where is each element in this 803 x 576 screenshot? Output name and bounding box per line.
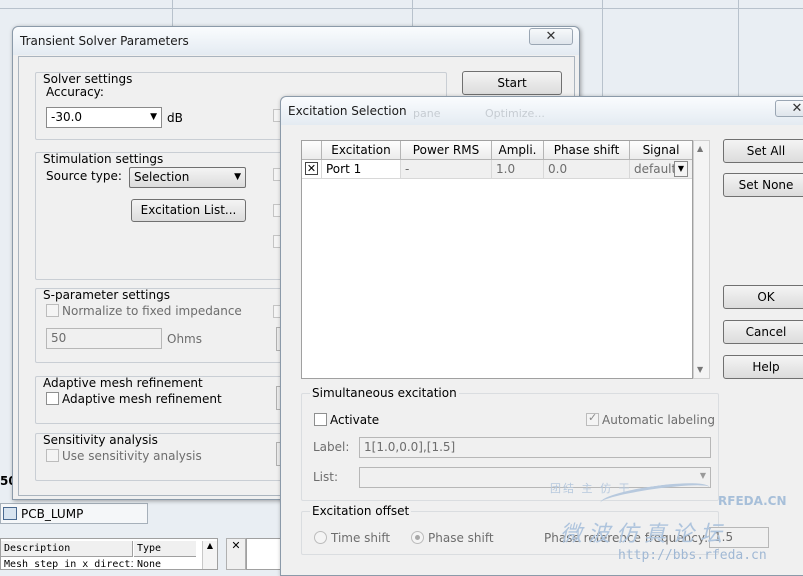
help-button[interactable]: Help (723, 355, 803, 379)
background-text: pane (413, 107, 441, 120)
table-cell-excitation[interactable]: Port 1 (322, 160, 401, 179)
normalize-impedance-checkbox[interactable] (46, 304, 59, 317)
set-all-button[interactable]: Set All (723, 139, 803, 163)
scroll-up-arrow-icon[interactable]: ▲ (697, 144, 703, 153)
column-header-ampli[interactable]: Ampli. (492, 141, 544, 160)
sensitivity-label: Use sensitivity analysis (62, 449, 202, 463)
source-type-select[interactable]: Selection ▼ (129, 167, 246, 188)
time-shift-radio[interactable] (314, 531, 327, 544)
table-cell-phase-shift[interactable]: 0.0 (544, 160, 630, 179)
radio-dot (415, 535, 420, 540)
adaptive-mesh-checkbox[interactable] (46, 392, 59, 405)
excitation-dialog-titlebar[interactable]: Excitation Selection pane Optimize... ✕ (281, 97, 803, 125)
chevron-down-icon: ▼ (234, 172, 241, 182)
label-input[interactable]: 1[1.0,0.0],[1.5] (359, 437, 711, 458)
dialog-title: Transient Solver Parameters (20, 34, 189, 48)
chevron-down-icon[interactable]: ▼ (674, 161, 688, 177)
group-title: S-parameter settings (43, 288, 170, 302)
group-title: Simultaneous excitation (310, 386, 459, 400)
close-icon[interactable]: ✕ (529, 28, 573, 45)
parameter-table: Description Type Mesh step in x directi … (0, 538, 218, 570)
excitation-selection-dialog: Excitation Selection pane Optimize... ✕ … (280, 96, 803, 576)
group-title: Excitation offset (310, 504, 412, 518)
phase-reference-input[interactable]: 1.5 (709, 527, 769, 548)
accuracy-unit: dB (167, 111, 183, 125)
schematic-icon (3, 507, 17, 520)
impedance-input[interactable]: 50 (46, 328, 162, 349)
table-row-checkbox-cell: ✕ (302, 160, 322, 179)
group-title: Adaptive mesh refinement (43, 376, 203, 390)
table-scrollbar[interactable]: ▲ ▼ (693, 140, 710, 379)
group-title: Stimulation settings (43, 152, 164, 166)
accuracy-value: -30.0 (51, 110, 83, 124)
scroll-down-arrow-icon[interactable]: ▼ (697, 365, 703, 374)
ok-button[interactable]: OK (723, 285, 803, 309)
activate-label: Activate (330, 413, 380, 427)
normalize-impedance-label: Normalize to fixed impedance (62, 304, 242, 318)
automatic-labeling-checkbox[interactable]: ✓ (586, 411, 599, 426)
start-button[interactable]: Start (462, 71, 562, 95)
accuracy-select[interactable]: -30.0 ▼ (46, 107, 162, 128)
panel-close-icon[interactable]: ✕ (226, 538, 246, 570)
dialog-title: Excitation Selection (288, 104, 407, 118)
adaptive-mesh-label: Adaptive mesh refinement (62, 392, 222, 406)
bg-grid-line (172, 0, 173, 28)
bg-grid-line (0, 8, 803, 9)
automatic-labeling-label: Automatic labeling (602, 413, 715, 427)
cancel-button[interactable]: Cancel (723, 320, 803, 344)
close-icon[interactable]: ✕ (775, 100, 803, 117)
group-title: Solver settings (43, 72, 133, 86)
phase-shift-radio[interactable] (411, 531, 424, 544)
tab-pcb-lump[interactable]: PCB_LUMP (0, 503, 148, 524)
column-header-description[interactable]: Description (1, 541, 133, 557)
tab-label: PCB_LUMP (21, 507, 84, 521)
bg-grid-line (602, 0, 603, 96)
background-text: Optimize... (485, 107, 545, 120)
excitation-table: Excitation Power RMS Ampli. Phase shift … (301, 140, 693, 379)
column-header-phase-shift[interactable]: Phase shift (544, 141, 630, 160)
row-checkbox[interactable]: ✕ (305, 162, 318, 175)
table-cell-description: Mesh step in x directi (4, 559, 133, 570)
signal-value: default (634, 162, 677, 176)
accuracy-label: Accuracy: (46, 85, 104, 99)
impedance-unit: Ohms (167, 332, 202, 346)
source-type-label: Source type: (46, 169, 122, 183)
phase-reference-label: Phase reference frequency: (544, 531, 709, 545)
list-select[interactable]: ▼ (359, 467, 711, 488)
time-shift-label: Time shift (331, 531, 391, 545)
list-field-label: List: (313, 470, 339, 484)
sensitivity-checkbox[interactable] (46, 449, 59, 462)
set-none-button[interactable]: Set None (723, 173, 803, 197)
phase-shift-label: Phase shift (428, 531, 494, 545)
label-field-label: Label: (313, 440, 350, 454)
bg-grid-line (412, 0, 413, 28)
column-header-power-rms[interactable]: Power RMS (401, 141, 492, 160)
column-header-excitation[interactable]: Excitation (322, 141, 401, 160)
table-cell-power-rms[interactable]: - (401, 160, 492, 179)
checkmark-icon: ✓ (588, 411, 598, 424)
table-cell-ampli[interactable]: 1.0 (492, 160, 544, 179)
source-type-value: Selection (134, 170, 190, 184)
table-cell-signal[interactable]: default ▼ (630, 160, 692, 179)
chevron-down-icon: ▼ (150, 112, 157, 122)
activate-checkbox[interactable] (314, 413, 327, 426)
table-cell-type: None (137, 559, 162, 570)
excitation-list-button[interactable]: Excitation List... (131, 199, 246, 222)
group-title: Sensitivity analysis (43, 433, 158, 447)
chevron-down-icon: ▼ (699, 471, 706, 480)
scroll-up-arrow-icon[interactable]: ▲ (202, 541, 217, 569)
bg-grid-line (738, 0, 739, 96)
column-header-check (302, 141, 322, 160)
transient-dialog-titlebar[interactable]: Transient Solver Parameters ✕ (13, 27, 579, 55)
column-header-type[interactable]: Type (134, 541, 196, 557)
column-header-signal[interactable]: Signal (630, 141, 692, 160)
